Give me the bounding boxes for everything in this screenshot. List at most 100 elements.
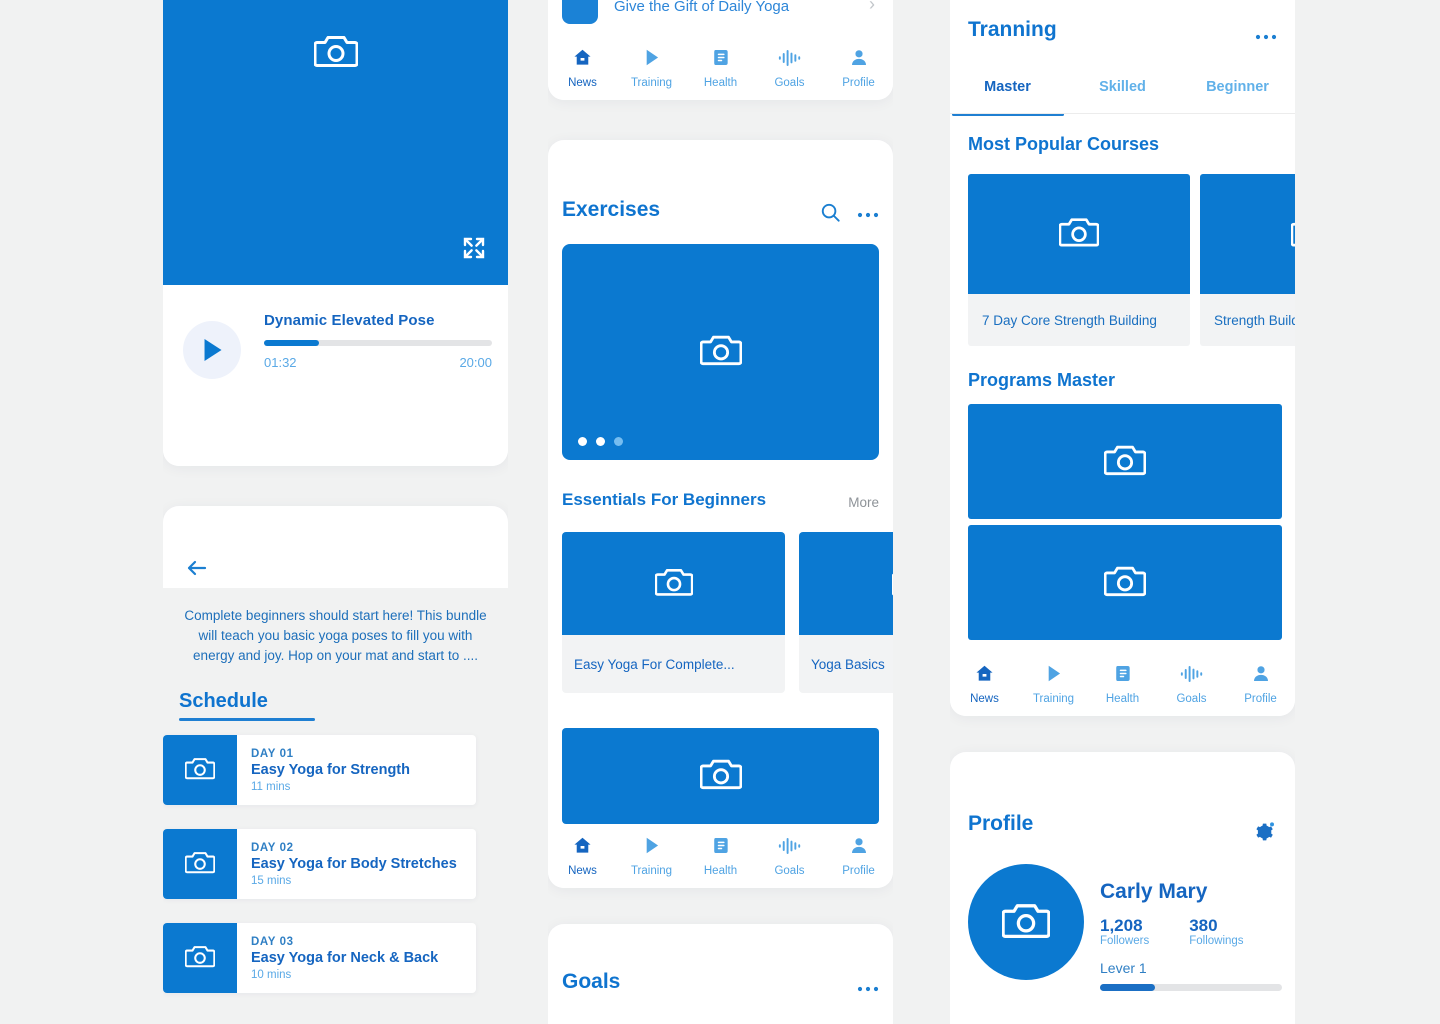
essentials-tile[interactable]: Yoga Basics [799, 532, 893, 693]
nav-item-profile[interactable]: Profile [1226, 652, 1295, 716]
training-tab-beginner[interactable]: Beginner [1180, 70, 1295, 116]
program-card[interactable] [968, 525, 1282, 640]
play-icon [204, 339, 222, 361]
nav-item-news[interactable]: News [548, 824, 617, 888]
course-card[interactable]: Strength Building [1200, 174, 1295, 346]
course-detail-card: Complete beginners should start here! Th… [163, 506, 508, 1024]
promo-thumbnail [562, 0, 598, 24]
avatar[interactable] [968, 864, 1084, 980]
track-progress-fill [264, 340, 319, 346]
promo-row[interactable]: Give the Gift of Daily Yoga › [562, 0, 879, 24]
nav-item-label: Training [630, 77, 673, 89]
schedule-title: Schedule [179, 690, 268, 712]
nav-item-goals[interactable]: Goals [755, 824, 824, 888]
schedule-item-duration: 15 mins [251, 874, 292, 887]
nav-item-health[interactable]: Health [686, 36, 755, 100]
essentials-tile-caption: Yoga Basics [811, 656, 885, 672]
waveform-icon [778, 836, 802, 861]
nav-item-training[interactable]: Training [617, 36, 686, 100]
schedule-item[interactable]: DAY 01 Easy Yoga for Strength 11 mins [163, 735, 476, 805]
training-title: Tranning [968, 18, 1057, 41]
nav-item-label: Goals [774, 76, 805, 89]
video-player-card: Dynamic Elevated Pose 01:32 20:00 [163, 0, 508, 466]
nav-item-label: Health [703, 77, 738, 89]
exercises-card: Exercises Essentials For Beginners More … [548, 140, 893, 888]
bottom-nav-1[interactable]: News Training Health Goals Profile [548, 36, 893, 100]
nav-item-profile[interactable]: Profile [824, 36, 893, 100]
schedule-list: DAY 01 Easy Yoga for Strength 11 mins DA… [163, 735, 508, 993]
profile-stat-value: 380 [1189, 916, 1218, 935]
gear-icon[interactable] [1251, 820, 1275, 849]
nav-item-label: News [568, 865, 597, 877]
bottom-nav-3[interactable]: News Training Health Goals Profile [950, 652, 1295, 716]
more-horizontal-icon[interactable] [857, 206, 879, 224]
arrow-left-icon[interactable] [183, 554, 211, 582]
nav-item-news[interactable]: News [950, 652, 1019, 716]
carousel-dot[interactable] [596, 437, 605, 446]
carousel-dot[interactable] [614, 437, 623, 446]
course-card[interactable]: 7 Day Core Strength Building [968, 174, 1190, 346]
nav-item-label: Goals [774, 864, 805, 877]
nav-item-label: Profile [1244, 693, 1277, 705]
nav-item-goals[interactable]: Goals [755, 36, 824, 100]
schedule-item-name: Easy Yoga for Body Stretches [251, 855, 457, 872]
nav-item-news[interactable]: News [548, 36, 617, 100]
nav-item-goals[interactable]: Goals [1157, 652, 1226, 716]
book-icon [711, 47, 731, 73]
bottom-nav-2[interactable]: News Training Health Goals Profile [548, 824, 893, 888]
tabs-divider [950, 113, 1295, 114]
nav-item-health[interactable]: Health [686, 824, 755, 888]
profile-stat-label: Followings [1189, 935, 1244, 947]
home-icon [572, 835, 593, 861]
schedule-underline [179, 718, 315, 721]
profile-stats: 1,208 Followers 380 Followings [1100, 916, 1244, 947]
schedule-item-day: DAY 03 [251, 935, 294, 948]
essentials-more-link[interactable]: More [848, 495, 879, 510]
camera-icon [184, 943, 216, 974]
track-total-time: 20:00 [459, 355, 492, 370]
exercise-hero-image[interactable] [562, 244, 879, 460]
schedule-item-name: Easy Yoga for Strength [251, 761, 410, 778]
play-button[interactable] [183, 321, 241, 379]
camera-icon [184, 755, 216, 786]
more-horizontal-icon[interactable] [857, 980, 879, 998]
nav-item-health[interactable]: Health [1088, 652, 1157, 716]
profile-stat-label: Followers [1100, 935, 1150, 947]
more-horizontal-icon[interactable] [1255, 28, 1277, 46]
nav-item-profile[interactable]: Profile [824, 824, 893, 888]
nav-item-training[interactable]: Training [617, 824, 686, 888]
fullscreen-icon[interactable] [462, 236, 486, 265]
schedule-item[interactable]: DAY 02 Easy Yoga for Body Stretches 15 m… [163, 829, 476, 899]
screenshot-root: Dynamic Elevated Pose 01:32 20:00 Comple… [0, 0, 1440, 1024]
essentials-tile[interactable]: Easy Yoga For Complete... [562, 532, 785, 693]
news-card: Give the Gift of Daily Yoga › News Train… [548, 0, 893, 100]
camera-icon [891, 565, 893, 603]
training-tab-master[interactable]: Master [950, 70, 1065, 116]
nav-item-label: News [970, 693, 999, 705]
camera-icon [699, 756, 742, 797]
book-icon [711, 835, 731, 861]
video-surface[interactable] [163, 0, 508, 285]
training-tab-skilled[interactable]: Skilled [1065, 70, 1180, 116]
nav-item-label: Goals [1176, 692, 1207, 705]
carousel-dots[interactable] [578, 437, 623, 446]
exercise-wide-image[interactable] [562, 728, 879, 824]
phone-frame-2: Give the Gift of Daily Yoga › News Train… [548, 0, 893, 1024]
search-icon[interactable] [820, 202, 841, 228]
home-icon [572, 47, 593, 73]
nav-item-label: News [568, 77, 597, 89]
schedule-item-text: DAY 02 Easy Yoga for Body Stretches 15 m… [237, 842, 457, 887]
course-card-caption: Strength Building [1214, 312, 1295, 328]
carousel-dot[interactable] [578, 437, 587, 446]
course-card-image [1200, 174, 1295, 294]
training-tabs[interactable]: Master Skilled Beginner [950, 70, 1295, 116]
exercises-title: Exercises [562, 198, 661, 221]
nav-item-training[interactable]: Training [1019, 652, 1088, 716]
profile-stat-value: 1,208 [1100, 916, 1143, 935]
chevron-right-icon[interactable]: › [869, 0, 875, 15]
track-progress-bar[interactable] [264, 340, 492, 346]
program-card[interactable] [968, 404, 1282, 519]
popular-courses-row: 7 Day Core Strength Building Strength Bu… [968, 174, 1295, 346]
schedule-item[interactable]: DAY 03 Easy Yoga for Neck & Back 10 mins [163, 923, 476, 993]
track-current-time: 01:32 [264, 355, 297, 370]
